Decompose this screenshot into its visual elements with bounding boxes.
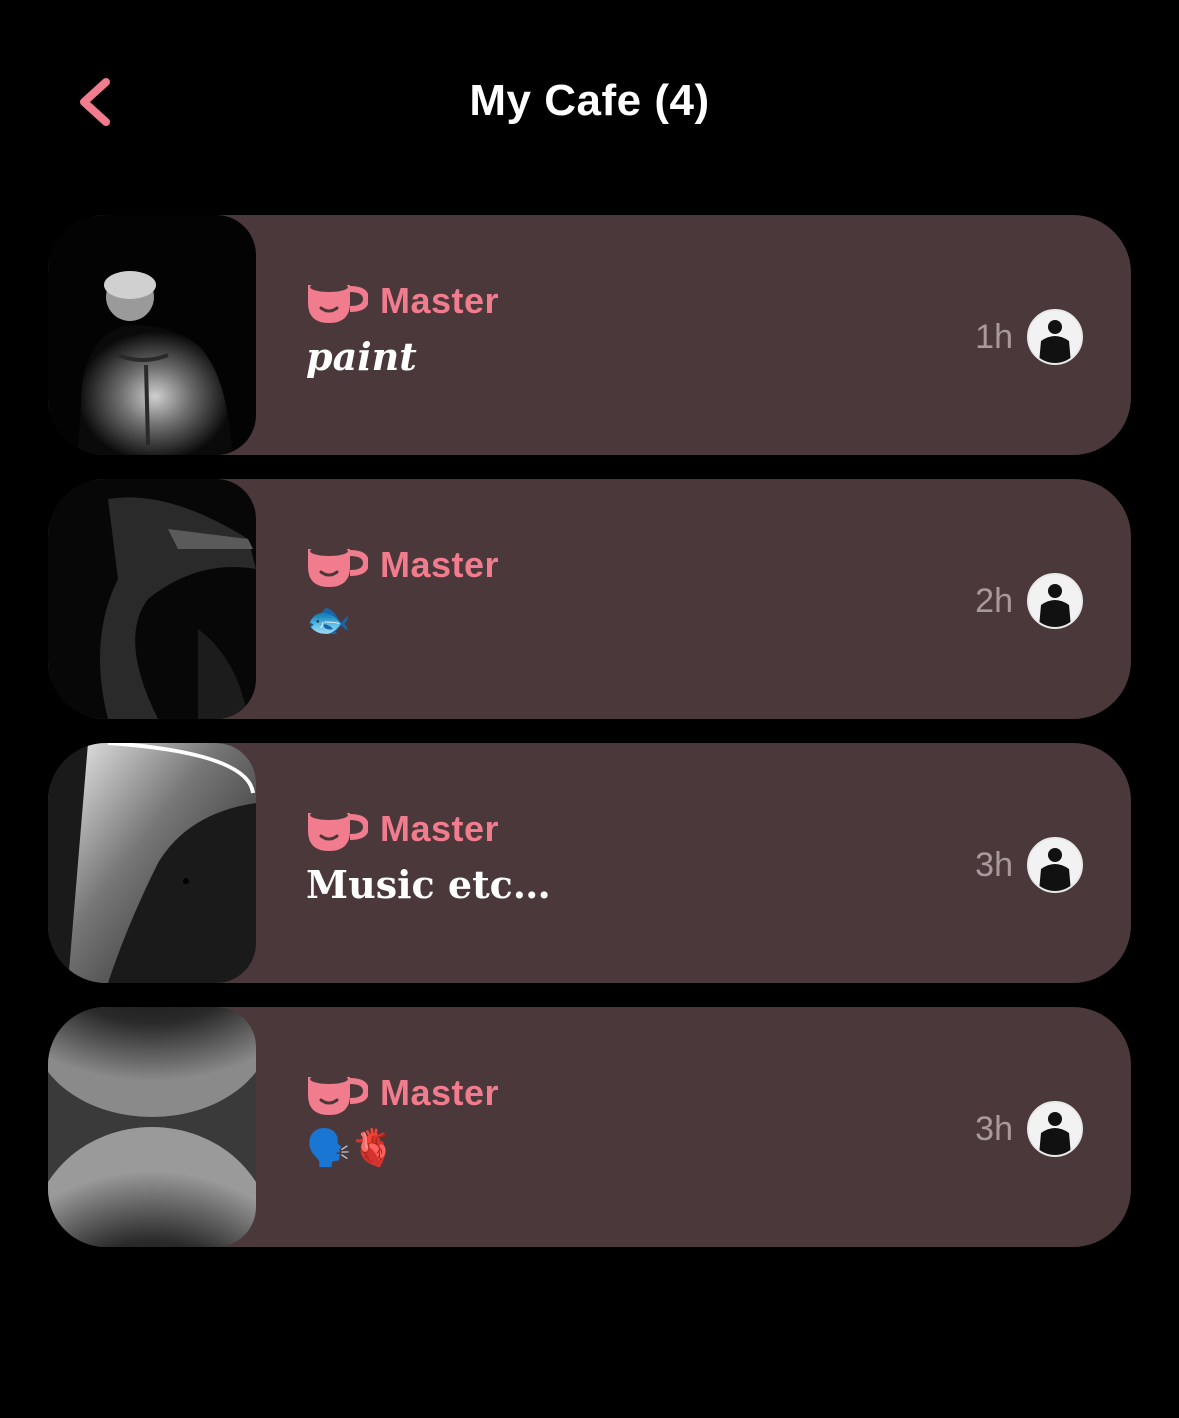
post-time: 3h <box>975 845 1013 884</box>
coffee-cup-icon <box>308 282 368 323</box>
cafe-card[interactable]: Master Music etc… 3h <box>48 743 1131 983</box>
avatar[interactable] <box>1027 309 1083 365</box>
page-title: My Cafe (4) <box>469 76 710 125</box>
cafe-title: 🗣️🫀 <box>306 1128 396 1169</box>
abstract-curves-image <box>48 1007 256 1247</box>
avatar[interactable] <box>1027 573 1083 629</box>
cafe-list: Master paint 1h Master 🐟 2h Master Music… <box>48 215 1131 1271</box>
coffee-cup-icon <box>308 1074 368 1115</box>
author-name: Master <box>380 544 500 585</box>
header-bar: My Cafe (4) <box>0 0 1179 200</box>
post-time: 2h <box>975 581 1013 620</box>
coffee-cup-icon <box>308 810 368 851</box>
avatar[interactable] <box>1027 1101 1083 1157</box>
cafe-title: 🐟 <box>306 600 351 641</box>
avatar[interactable] <box>1027 837 1083 893</box>
light-beam-image <box>48 743 256 983</box>
dark-figure-image <box>48 479 256 719</box>
post-time: 1h <box>975 317 1013 356</box>
cafe-title: Music etc… <box>306 862 551 907</box>
post-time: 3h <box>975 1109 1013 1148</box>
author-name: Master <box>380 1072 500 1113</box>
cafe-card[interactable]: Master paint 1h <box>48 215 1131 455</box>
cafe-title: paint <box>306 334 417 379</box>
author-name: Master <box>380 808 500 849</box>
cafe-card[interactable]: Master 🗣️🫀 3h <box>48 1007 1131 1247</box>
statue-back-image <box>48 215 256 455</box>
cafe-card[interactable]: Master 🐟 2h <box>48 479 1131 719</box>
coffee-cup-icon <box>308 546 368 587</box>
author-name: Master <box>380 280 500 321</box>
